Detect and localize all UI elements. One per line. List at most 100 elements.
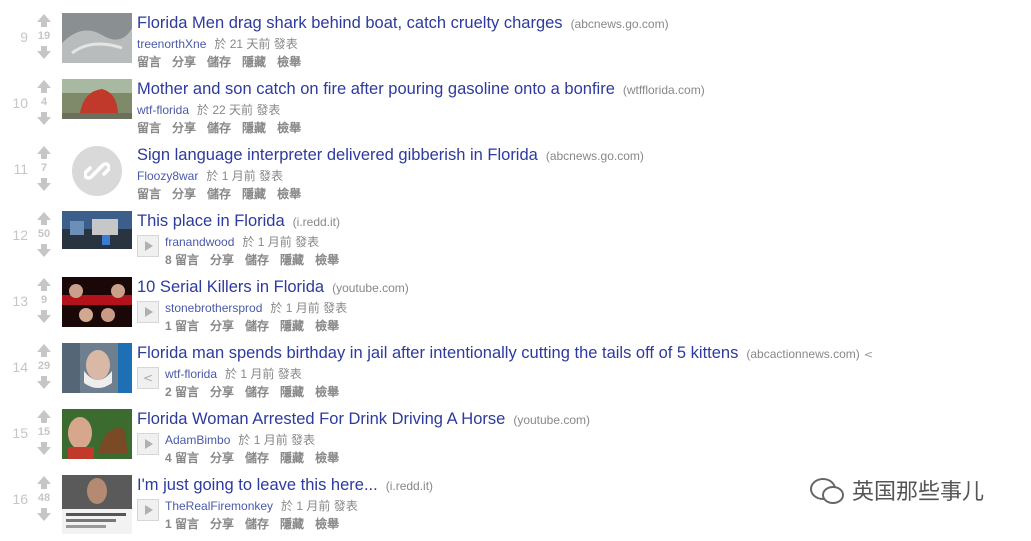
upvote-icon[interactable] — [37, 80, 51, 93]
upvote-icon[interactable] — [37, 212, 51, 225]
hide-link[interactable]: 隱藏 — [280, 319, 304, 333]
report-link[interactable]: 檢舉 — [315, 451, 339, 465]
upvote-icon[interactable] — [37, 410, 51, 423]
post-title-link[interactable]: Mother and son catch on fire after pouri… — [137, 80, 615, 98]
post-title-link[interactable]: Sign language interpreter delivered gibb… — [137, 146, 538, 164]
comments-link[interactable]: 4 留言 — [165, 451, 199, 465]
share-link[interactable]: 分享 — [210, 385, 234, 399]
post-author[interactable]: wtf-florida — [165, 367, 217, 381]
share-link[interactable]: 分享 — [210, 253, 234, 267]
post-title-link[interactable]: This place in Florida — [137, 212, 285, 230]
comments-link[interactable]: 8 留言 — [165, 253, 199, 267]
post-domain[interactable]: (i.redd.it) — [386, 479, 433, 493]
share-icon[interactable]: < — [864, 348, 873, 361]
post-thumbnail[interactable] — [62, 343, 132, 393]
comments-link[interactable]: 1 留言 — [165, 517, 199, 531]
downvote-icon[interactable] — [37, 310, 51, 323]
link-placeholder-thumbnail[interactable] — [72, 146, 122, 196]
hide-link[interactable]: 隱藏 — [242, 55, 266, 69]
downvote-icon[interactable] — [37, 112, 51, 125]
share-link[interactable]: 分享 — [210, 319, 234, 333]
save-link[interactable]: 儲存 — [245, 253, 269, 267]
post-domain[interactable]: (abcactionnews.com) — [746, 347, 859, 361]
save-link[interactable]: 儲存 — [207, 55, 231, 69]
post-domain[interactable]: (youtube.com) — [332, 281, 409, 295]
save-link[interactable]: 儲存 — [245, 451, 269, 465]
expando-play-icon[interactable] — [137, 433, 159, 455]
expando-play-icon[interactable] — [137, 499, 159, 521]
share-link[interactable]: 分享 — [172, 187, 196, 201]
downvote-icon[interactable] — [37, 376, 51, 389]
expando-play-icon[interactable] — [137, 235, 159, 257]
save-link[interactable]: 儲存 — [245, 385, 269, 399]
post-author[interactable]: wtf-florida — [137, 103, 189, 117]
downvote-icon[interactable] — [37, 442, 51, 455]
share-link[interactable]: 分享 — [210, 517, 234, 531]
comments-link[interactable]: 2 留言 — [165, 385, 199, 399]
post-author[interactable]: TheRealFiremonkey — [165, 499, 273, 513]
post-row: 9 19 Florida Men drag shark behind boat,… — [0, 13, 1031, 79]
upvote-icon[interactable] — [37, 14, 51, 27]
post-domain[interactable]: (i.redd.it) — [293, 215, 340, 229]
post-author[interactable]: franandwood — [165, 235, 234, 249]
save-link[interactable]: 儲存 — [207, 187, 231, 201]
comments-link[interactable]: 留言 — [137, 187, 161, 201]
expando-play-icon[interactable] — [137, 301, 159, 323]
save-link[interactable]: 儲存 — [245, 319, 269, 333]
post-tagline: wtf-florida 於 22 天前 發表 — [137, 101, 280, 118]
post-title-link[interactable]: Florida man spends birthday in jail afte… — [137, 344, 738, 362]
downvote-icon[interactable] — [37, 46, 51, 59]
report-link[interactable]: 檢舉 — [277, 55, 301, 69]
post-thumbnail[interactable] — [62, 475, 132, 534]
report-link[interactable]: 檢舉 — [277, 187, 301, 201]
upvote-icon[interactable] — [37, 476, 51, 489]
hide-link[interactable]: 隱藏 — [242, 187, 266, 201]
post-title-link[interactable]: Florida Woman Arrested For Drink Driving… — [137, 410, 505, 428]
hide-link[interactable]: 隱藏 — [242, 121, 266, 135]
post-thumbnail[interactable] — [62, 79, 132, 129]
post-buttons: 留言 分享 儲存 隱藏 檢舉 — [137, 119, 312, 136]
post-thumbnail[interactable] — [62, 409, 132, 459]
post-author[interactable]: Floozy8war — [137, 169, 198, 183]
post-thumbnail[interactable] — [62, 277, 132, 327]
hide-link[interactable]: 隱藏 — [280, 253, 304, 267]
post-rank: 9 — [20, 29, 28, 45]
downvote-icon[interactable] — [37, 178, 51, 191]
report-link[interactable]: 檢舉 — [315, 319, 339, 333]
hide-link[interactable]: 隱藏 — [280, 451, 304, 465]
post-domain[interactable]: (wtfflorida.com) — [623, 83, 705, 97]
save-link[interactable]: 儲存 — [207, 121, 231, 135]
comments-link[interactable]: 留言 — [137, 55, 161, 69]
expando-share-icon[interactable]: < — [137, 367, 159, 389]
upvote-icon[interactable] — [37, 278, 51, 291]
downvote-icon[interactable] — [37, 508, 51, 521]
hide-link[interactable]: 隱藏 — [280, 385, 304, 399]
report-link[interactable]: 檢舉 — [315, 517, 339, 531]
post-title-link[interactable]: Florida Men drag shark behind boat, catc… — [137, 14, 563, 32]
report-link[interactable]: 檢舉 — [315, 253, 339, 267]
post-author[interactable]: stonebrothersprod — [165, 301, 262, 315]
save-link[interactable]: 儲存 — [245, 517, 269, 531]
upvote-icon[interactable] — [37, 146, 51, 159]
comments-link[interactable]: 留言 — [137, 121, 161, 135]
share-link[interactable]: 分享 — [172, 121, 196, 135]
report-link[interactable]: 檢舉 — [277, 121, 301, 135]
report-link[interactable]: 檢舉 — [315, 385, 339, 399]
comments-link[interactable]: 1 留言 — [165, 319, 199, 333]
post-thumbnail[interactable] — [62, 13, 132, 63]
post-thumbnail[interactable] — [62, 211, 132, 261]
upvote-icon[interactable] — [37, 344, 51, 357]
post-row: 15 15 Florida Woman Arrested For Drink D… — [0, 409, 1031, 475]
downvote-icon[interactable] — [37, 244, 51, 257]
hide-link[interactable]: 隱藏 — [280, 517, 304, 531]
post-title-link[interactable]: 10 Serial Killers in Florida — [137, 278, 324, 296]
post-domain[interactable]: (youtube.com) — [513, 413, 590, 427]
share-link[interactable]: 分享 — [172, 55, 196, 69]
post-author[interactable]: treenorthXne — [137, 37, 206, 51]
post-domain[interactable]: (abcnews.go.com) — [571, 17, 669, 31]
post-author[interactable]: AdamBimbo — [165, 433, 230, 447]
share-link[interactable]: 分享 — [210, 451, 234, 465]
watermark: 英国那些事儿 — [810, 474, 984, 506]
post-title-link[interactable]: I'm just going to leave this here... — [137, 476, 378, 494]
post-domain[interactable]: (abcnews.go.com) — [546, 149, 644, 163]
